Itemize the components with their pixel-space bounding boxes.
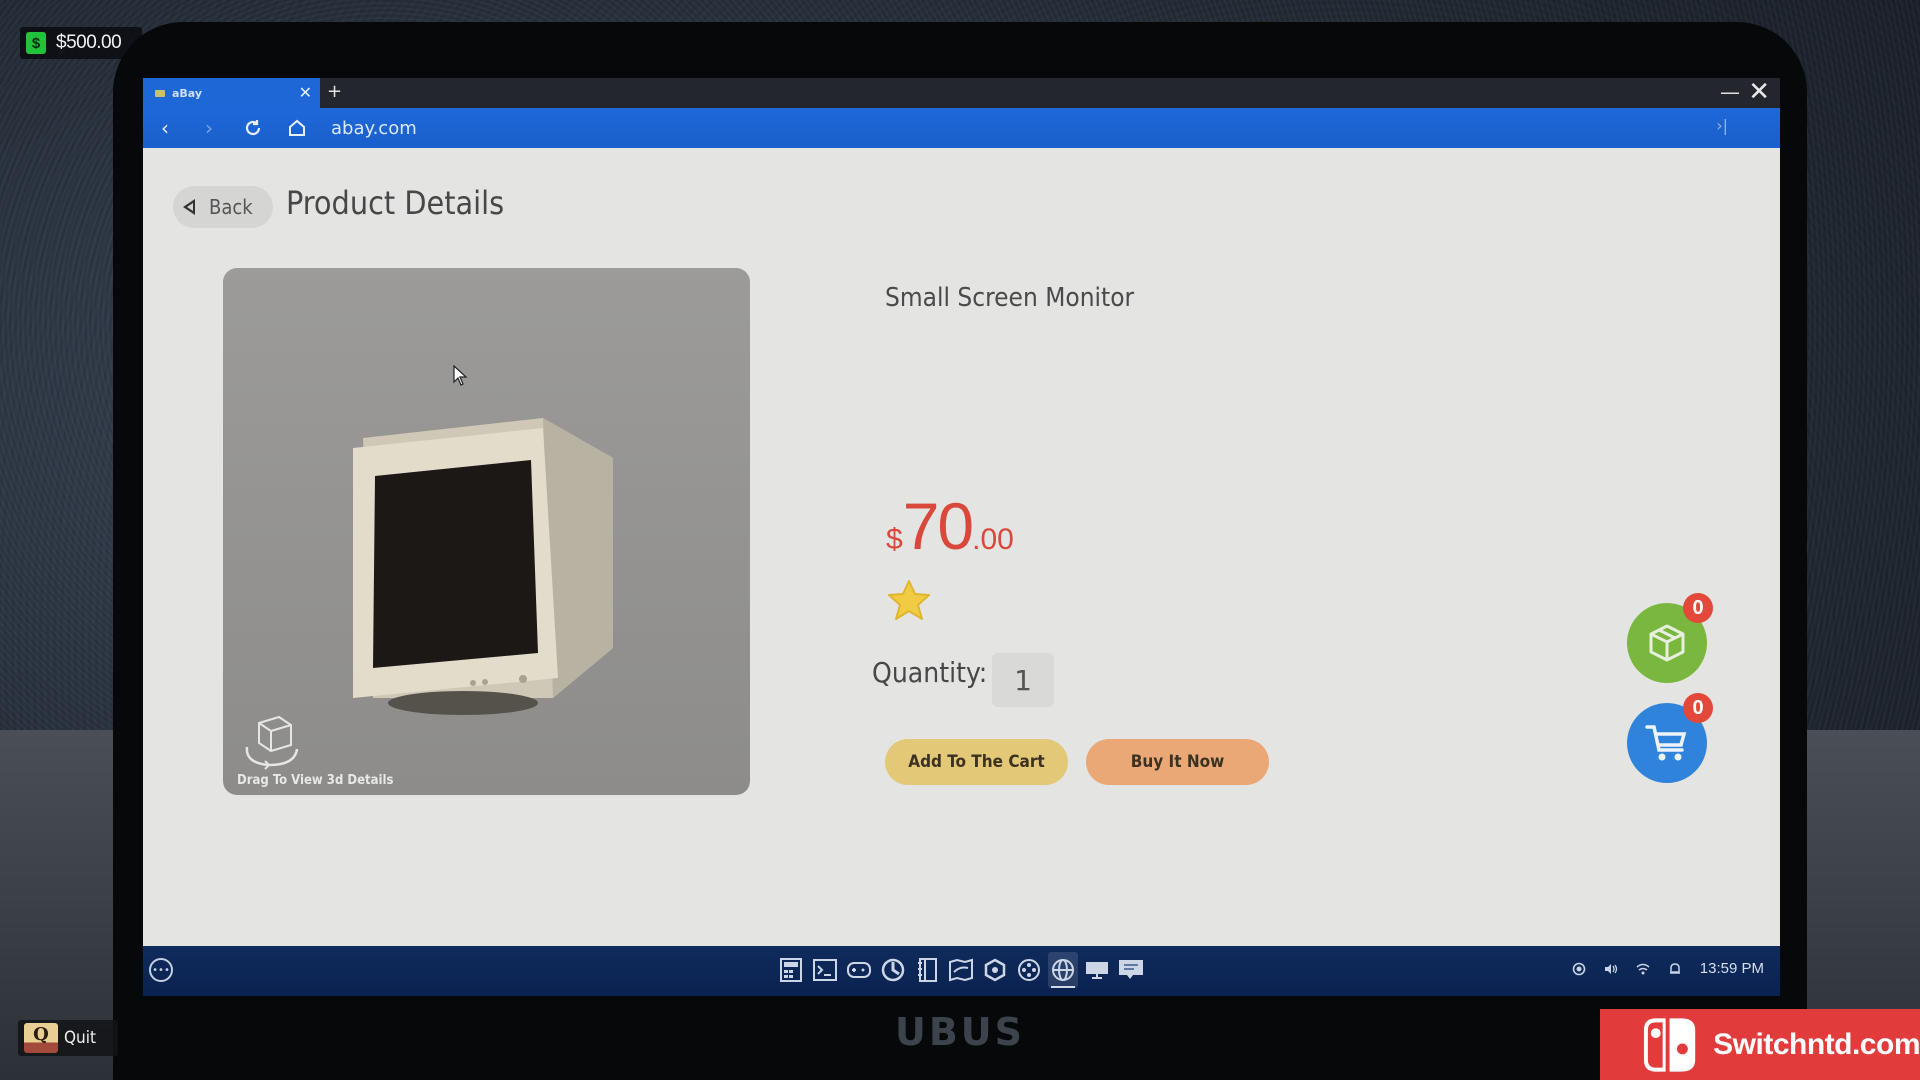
mouse-cursor-icon <box>453 365 468 386</box>
back-arrow-icon[interactable]: ‹ <box>143 108 187 148</box>
drag-hint-text: Drag To View 3d Details <box>237 773 394 788</box>
app-dock <box>776 952 1146 988</box>
money-balance: $500.00 <box>56 32 122 53</box>
map-icon[interactable] <box>946 952 976 988</box>
back-triangle-icon <box>183 199 195 215</box>
browser-nav-bar: ‹ › abay.com ›| <box>143 108 1780 148</box>
back-button[interactable]: Back <box>173 186 273 228</box>
price-currency: $ <box>886 523 903 556</box>
product-name: Small Screen Monitor <box>885 283 1135 313</box>
gamepad-icon[interactable] <box>844 952 874 988</box>
laptop-screen: aBay ✕ + — ✕ ‹ › abay.com ›| Back Produc… <box>143 78 1780 996</box>
refresh-icon[interactable] <box>231 108 275 148</box>
new-tab-button[interactable]: + <box>327 81 342 102</box>
close-window-button[interactable]: ✕ <box>1748 78 1770 107</box>
system-tray: 13:59 PM <box>1572 960 1764 977</box>
notebook-icon[interactable] <box>912 952 942 988</box>
switch-logo-icon <box>1643 1017 1696 1072</box>
network-status-icon[interactable] <box>1572 962 1586 976</box>
wifi-icon[interactable] <box>1636 962 1650 976</box>
browser-tab-bar: aBay ✕ + — ✕ <box>143 78 1780 108</box>
favicon-icon <box>155 89 165 97</box>
q-key-icon: Q <box>24 1023 58 1053</box>
crt-monitor-model <box>353 418 613 715</box>
start-menu-button[interactable]: ••• <box>149 958 173 982</box>
system-clock: 13:59 PM <box>1699 960 1764 977</box>
orders-button[interactable]: 0 <box>1627 593 1713 683</box>
watermark-text: Switchntd.com <box>1713 1027 1920 1061</box>
settings-icon[interactable] <box>980 952 1010 988</box>
os-taskbar: ••• 13:59 PM <box>143 946 1780 996</box>
price-decimal: .00 <box>972 523 1014 556</box>
watermark-banner: Switchntd.com <box>1600 1009 1920 1080</box>
notification-bell-icon[interactable] <box>1668 962 1682 976</box>
cart-count-badge: 0 <box>1683 693 1713 723</box>
package-box-icon <box>1649 624 1685 662</box>
laptop-brand-logo: UBUS <box>894 1010 1026 1054</box>
orders-count-badge: 0 <box>1683 593 1713 623</box>
home-icon[interactable] <box>275 108 319 148</box>
cart-button[interactable]: 0 <box>1627 693 1713 783</box>
address-bar[interactable]: abay.com <box>331 118 417 139</box>
rating-star-icon <box>888 580 930 620</box>
price-integer: 70 <box>902 489 974 563</box>
buy-now-button[interactable]: Buy It Now <box>1086 739 1269 785</box>
page-title: Product Details <box>286 184 505 222</box>
add-to-cart-button[interactable]: Add To The Cart <box>885 739 1068 785</box>
volume-icon[interactable] <box>1604 962 1618 976</box>
calculator-icon[interactable] <box>776 952 806 988</box>
shopping-cart-icon <box>1645 725 1687 761</box>
minimize-window-button[interactable]: — <box>1720 80 1740 104</box>
media-icon[interactable] <box>1014 952 1044 988</box>
sidebar-toggle-icon[interactable]: ›| <box>1716 116 1728 135</box>
quit-label: Quit <box>64 1028 96 1048</box>
browser-icon[interactable] <box>1048 952 1078 988</box>
browser-tab-abay[interactable]: aBay ✕ <box>143 78 320 108</box>
messages-icon[interactable] <box>1116 952 1146 988</box>
terminal-icon[interactable] <box>810 952 840 988</box>
forward-arrow-icon[interactable]: › <box>187 108 231 148</box>
rotate-3d-icon <box>245 715 299 770</box>
disk-utility-icon[interactable] <box>878 952 908 988</box>
quantity-field[interactable] <box>992 653 1054 707</box>
display-icon[interactable] <box>1082 952 1112 988</box>
tab-title: aBay <box>172 86 203 100</box>
back-label: Back <box>209 195 253 219</box>
product-details-page: Back Product Details Drag To View 3d Det… <box>143 148 1780 946</box>
dollar-sign-icon: $ <box>26 32 46 54</box>
quit-button[interactable]: Q Quit <box>18 1020 118 1056</box>
close-tab-icon[interactable]: ✕ <box>299 83 312 102</box>
quantity-label: Quantity: <box>872 656 988 689</box>
product-3d-viewer[interactable]: Drag To View 3d Details <box>223 268 750 795</box>
product-price: $ 70 .00 <box>886 488 1014 564</box>
